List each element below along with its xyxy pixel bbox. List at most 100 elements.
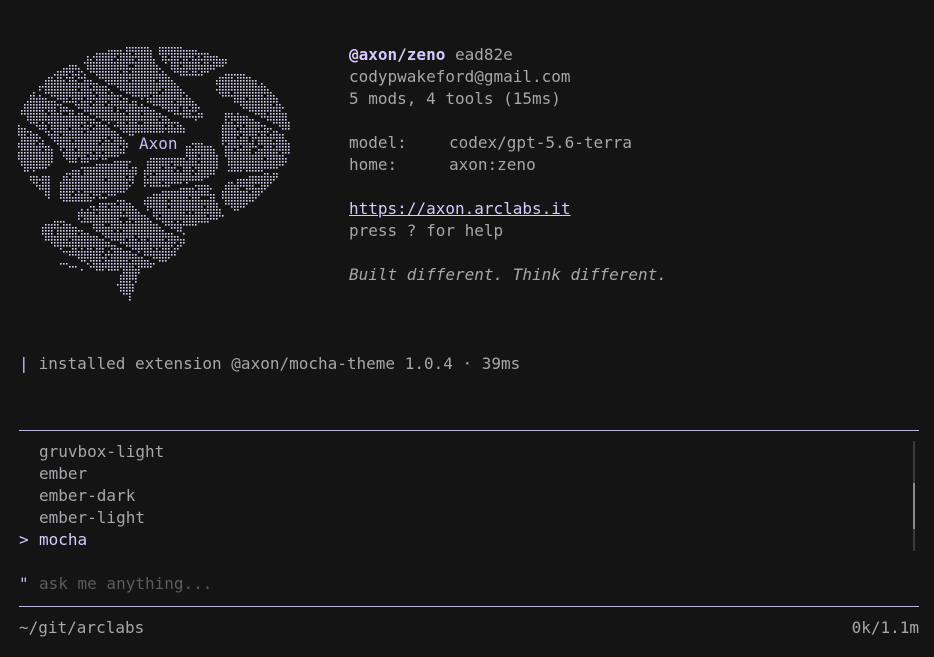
brain-dot [189, 104, 191, 106]
option-scrollbar[interactable] [913, 441, 915, 551]
brain-dot [108, 263, 110, 265]
brain-dot [165, 197, 167, 199]
option-scrollbar-thumb[interactable] [913, 482, 915, 529]
brain-dot [168, 176, 170, 178]
brain-dot [33, 116, 35, 118]
brain-dot [93, 173, 95, 175]
brain-dot [168, 182, 170, 184]
brain-dot [87, 209, 89, 211]
brain-dot [171, 200, 173, 202]
brain-dot [45, 185, 47, 187]
brain-dot [159, 158, 161, 160]
brain-dot [45, 230, 47, 232]
brain-dot [201, 155, 203, 157]
brain-dot [261, 179, 263, 181]
brain-dot [168, 221, 170, 223]
prompt-input[interactable] [39, 574, 899, 593]
theme-option[interactable]: ember-light [19, 507, 899, 529]
brain-dot [198, 116, 200, 118]
brain-dot [147, 110, 149, 112]
brain-dot [117, 200, 119, 202]
brain-dot [195, 143, 197, 145]
brain-dot [234, 86, 236, 88]
brain-dot [102, 266, 104, 268]
brain-dot [270, 179, 272, 181]
brain-dot [252, 107, 254, 109]
brain-dot [36, 113, 38, 115]
brain-dot [123, 131, 125, 133]
brain-dot [138, 257, 140, 259]
brain-dot [33, 182, 35, 184]
brain-dot [231, 137, 233, 139]
brain-dot [168, 47, 170, 49]
brain-dot [108, 77, 110, 79]
brain-dot [150, 62, 152, 64]
brain-dot [48, 119, 50, 121]
brain-dot [48, 236, 50, 238]
brain-dot [237, 143, 239, 145]
brain-dot [276, 134, 278, 136]
brain-dot [78, 170, 80, 172]
brain-dot [69, 68, 71, 70]
brain-dot [63, 224, 65, 226]
theme-option-list: gruvbox-light ember ember-dark ember-lig… [19, 441, 899, 551]
brain-dot [105, 173, 107, 175]
brain-dot [114, 263, 116, 265]
brain-dot [111, 167, 113, 169]
brain-dot [192, 62, 194, 64]
brain-dot [168, 167, 170, 169]
brain-dot [177, 182, 179, 184]
brain-dot [105, 158, 107, 160]
brain-dot [207, 206, 209, 208]
brain-dot [189, 206, 191, 208]
brain-dot [210, 56, 212, 58]
brain-dot [120, 152, 122, 154]
brain-dot [66, 200, 68, 202]
brain-dot [162, 191, 164, 193]
brain-dot [237, 206, 239, 208]
brain-dot [126, 59, 128, 61]
theme-option[interactable]: ember-dark [19, 485, 899, 507]
brain-dot [264, 182, 266, 184]
brain-dot [171, 47, 173, 49]
brain-dot [105, 185, 107, 187]
brain-dot [96, 122, 98, 124]
brain-dot [162, 209, 164, 211]
brain-dot [51, 122, 53, 124]
brain-dot [189, 50, 191, 52]
brain-dot [18, 158, 20, 160]
brain-dot [87, 257, 89, 259]
brain-dot [51, 152, 53, 154]
brain-dot [33, 122, 35, 124]
brain-dot [129, 227, 131, 229]
brain-dot [243, 146, 245, 148]
brain-dot [63, 125, 65, 127]
brain-dot [99, 56, 101, 58]
brain-dot [213, 197, 215, 199]
brain-dot [282, 161, 284, 163]
brain-dot [75, 227, 77, 229]
theme-option[interactable]: > mocha [19, 529, 899, 551]
brain-dot [261, 86, 263, 88]
brain-dot [234, 137, 236, 139]
brain-dot [189, 155, 191, 157]
brain-dot [57, 119, 59, 121]
brain-dot [201, 203, 203, 205]
brain-dot [258, 140, 260, 142]
brain-dot [72, 116, 74, 118]
brain-dot [249, 161, 251, 163]
brain-dot [63, 131, 65, 133]
brain-dot [258, 179, 260, 181]
theme-option[interactable]: ember [19, 463, 899, 485]
brain-dot [39, 107, 41, 109]
brain-dot [207, 170, 209, 172]
brain-dot [117, 239, 119, 241]
brain-dot [117, 269, 119, 271]
brain-dot [42, 107, 44, 109]
theme-option[interactable]: gruvbox-light [19, 441, 899, 463]
homepage-link[interactable]: https://axon.arclabs.it [349, 199, 571, 218]
brain-dot [135, 131, 137, 133]
brain-dot [171, 239, 173, 241]
brain-dot [99, 230, 101, 232]
brain-dot [180, 239, 182, 241]
